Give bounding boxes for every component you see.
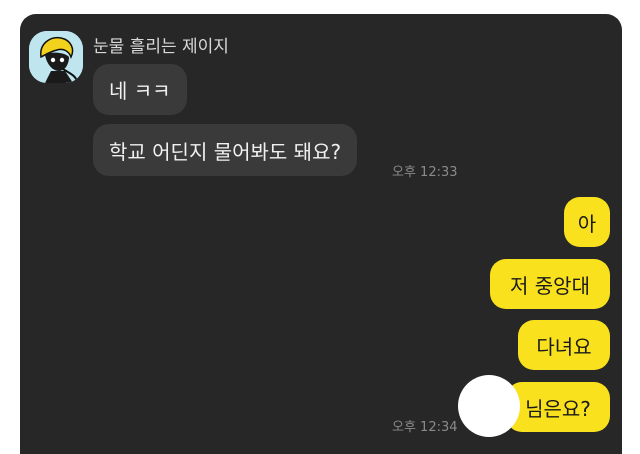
censor-blob	[458, 375, 520, 437]
outgoing-message-bubble[interactable]: 다녀요	[518, 320, 610, 370]
message-timestamp: 오후 12:34	[392, 420, 458, 435]
message-text: 아	[577, 211, 597, 236]
message-text: 저 중앙대	[510, 273, 590, 298]
outgoing-message-bubble[interactable]: 아	[564, 197, 610, 247]
incoming-message-bubble[interactable]: 네 ㅋㅋ	[93, 64, 187, 115]
message-text: 님은요?	[525, 396, 591, 421]
outgoing-message-bubble[interactable]: 님은요?	[506, 382, 610, 432]
sender-name: 눈물 흘리는 제이지	[93, 37, 229, 57]
chat-screen: 눈물 흘리는 제이지 네 ㅋㅋ 학교 어딘지 물어봐도 돼요? 오후 12:33…	[20, 14, 622, 454]
outgoing-message-bubble[interactable]: 저 중앙대	[490, 259, 610, 309]
incoming-message-bubble[interactable]: 학교 어딘지 물어봐도 돼요?	[93, 124, 358, 176]
sender-avatar[interactable]	[29, 31, 83, 83]
message-text: 다녀요	[536, 334, 592, 359]
message-text: 네 ㅋㅋ	[109, 79, 171, 103]
message-timestamp: 오후 12:33	[392, 165, 458, 180]
message-text: 학교 어딘지 물어봐도 돼요?	[109, 139, 342, 164]
avatar-illustration-icon	[29, 31, 83, 83]
